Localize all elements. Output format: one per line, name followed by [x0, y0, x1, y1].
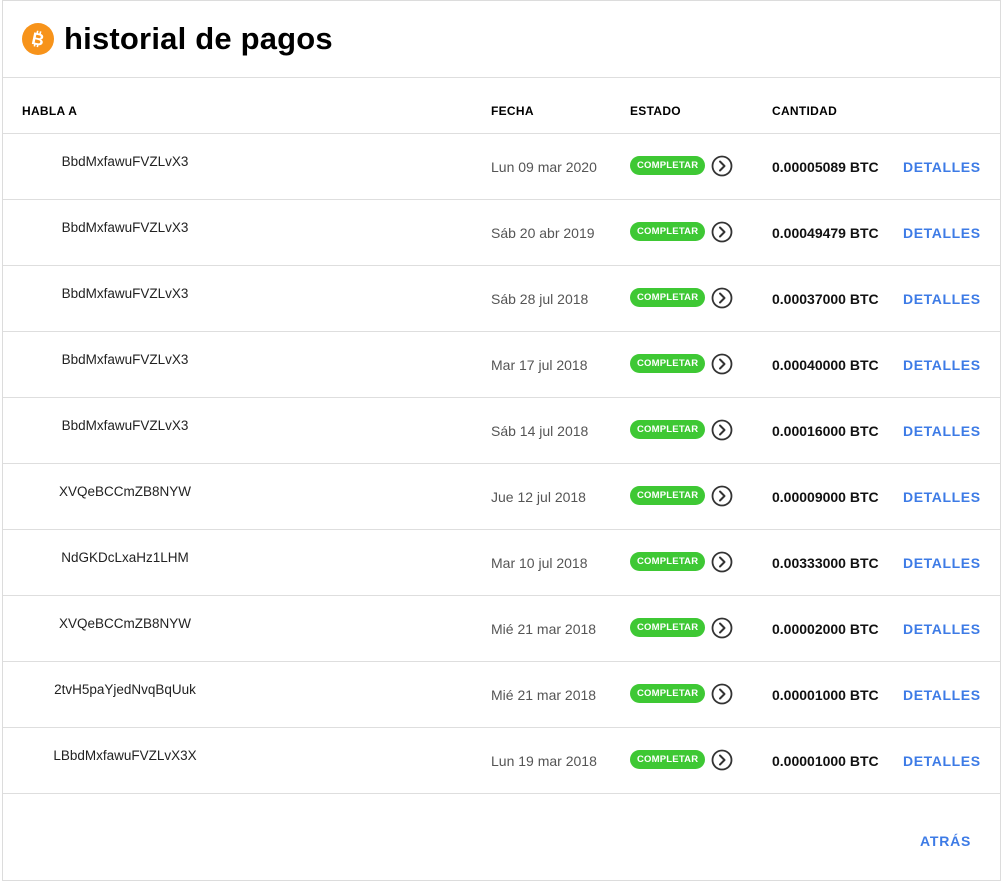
- chevron-right-circle-icon[interactable]: [711, 155, 733, 177]
- recipient-name: NdGKDcLxaHz1LHM: [61, 550, 189, 565]
- chevron-right-circle-icon[interactable]: [711, 353, 733, 375]
- table-row: LBbdMxfawuFVZLvX3X Lun 19 mar 2018 COMPL…: [3, 728, 1000, 794]
- recipient-name: BbdMxfawuFVZLvX3: [61, 352, 189, 367]
- payment-amount: 0.00040000 BTC: [772, 357, 879, 373]
- status-badge: COMPLETAR: [630, 750, 706, 769]
- column-header-name: HABLA A: [22, 104, 78, 118]
- table-row: BbdMxfawuFVZLvX3 Lun 09 mar 2020 COMPLET…: [3, 134, 1000, 200]
- details-link[interactable]: DETALLES: [903, 555, 981, 571]
- details-link[interactable]: DETALLES: [903, 357, 981, 373]
- table-body: BbdMxfawuFVZLvX3 Lun 09 mar 2020 COMPLET…: [3, 134, 1000, 794]
- page-title: historial de pagos: [64, 21, 333, 56]
- column-header-amount: CANTIDAD: [772, 104, 838, 118]
- status-badge: COMPLETAR: [630, 222, 706, 241]
- table-row: XVQeBCCmZB8NYW Jue 12 jul 2018 COMPLETAR…: [3, 464, 1000, 530]
- status-badge: COMPLETAR: [630, 288, 706, 307]
- table-row: 2tvH5paYjedNvqBqUuk Mié 21 mar 2018 COMP…: [3, 662, 1000, 728]
- status-badge: COMPLETAR: [630, 552, 706, 571]
- column-header-status: ESTADO: [630, 104, 681, 118]
- payment-date: Sáb 20 abr 2019: [491, 225, 595, 241]
- payment-history-panel: B historial de pagos HABLA A FECHA ESTAD…: [2, 0, 1001, 881]
- chevron-right-circle-icon[interactable]: [711, 683, 733, 705]
- chevron-right-circle-icon[interactable]: [711, 287, 733, 309]
- recipient-name: BbdMxfawuFVZLvX3: [61, 286, 189, 301]
- recipient-name: 2tvH5paYjedNvqBqUuk: [54, 682, 196, 697]
- payment-date: Mar 17 jul 2018: [491, 357, 588, 373]
- payment-date: Lun 19 mar 2018: [491, 753, 597, 769]
- back-button[interactable]: ATRÁS: [920, 833, 971, 849]
- chevron-right-circle-icon[interactable]: [711, 551, 733, 573]
- status-badge: COMPLETAR: [630, 156, 706, 175]
- payment-amount: 0.00002000 BTC: [772, 621, 879, 637]
- payment-amount: 0.00009000 BTC: [772, 489, 879, 505]
- payment-amount: 0.00016000 BTC: [772, 423, 879, 439]
- payment-amount: 0.00049479 BTC: [772, 225, 879, 241]
- table-row: BbdMxfawuFVZLvX3 Sáb 14 jul 2018 COMPLET…: [3, 398, 1000, 464]
- payment-date: Sáb 14 jul 2018: [491, 423, 589, 439]
- table-row: BbdMxfawuFVZLvX3 Sáb 28 jul 2018 COMPLET…: [3, 266, 1000, 332]
- details-link[interactable]: DETALLES: [903, 687, 981, 703]
- page-header: B historial de pagos: [3, 1, 1000, 78]
- status-badge: COMPLETAR: [630, 486, 706, 505]
- recipient-name: BbdMxfawuFVZLvX3: [61, 220, 189, 235]
- details-link[interactable]: DETALLES: [903, 753, 981, 769]
- recipient-name: BbdMxfawuFVZLvX3: [61, 154, 189, 169]
- recipient-name: XVQeBCCmZB8NYW: [58, 616, 192, 631]
- details-link[interactable]: DETALLES: [903, 621, 981, 637]
- payment-date: Sáb 28 jul 2018: [491, 291, 589, 307]
- chevron-right-circle-icon[interactable]: [711, 485, 733, 507]
- details-link[interactable]: DETALLES: [903, 423, 981, 439]
- recipient-name: LBbdMxfawuFVZLvX3X: [53, 748, 197, 763]
- status-badge: COMPLETAR: [630, 354, 706, 373]
- payment-amount: 0.00333000 BTC: [772, 555, 879, 571]
- payment-amount: 0.00001000 BTC: [772, 687, 879, 703]
- recipient-name: BbdMxfawuFVZLvX3: [61, 418, 189, 433]
- details-link[interactable]: DETALLES: [903, 291, 981, 307]
- chevron-right-circle-icon[interactable]: [711, 749, 733, 771]
- payment-amount: 0.00037000 BTC: [772, 291, 879, 307]
- recipient-name: XVQeBCCmZB8NYW: [58, 484, 192, 499]
- chevron-right-circle-icon[interactable]: [711, 221, 733, 243]
- table-row: BbdMxfawuFVZLvX3 Sáb 20 abr 2019 COMPLET…: [3, 200, 1000, 266]
- status-badge: COMPLETAR: [630, 684, 706, 703]
- payment-date: Mar 10 jul 2018: [491, 555, 588, 571]
- details-link[interactable]: DETALLES: [903, 489, 981, 505]
- bitcoin-icon: B: [22, 23, 54, 55]
- table-header: HABLA A FECHA ESTADO CANTIDAD: [3, 78, 1000, 134]
- payment-amount: 0.00001000 BTC: [772, 753, 879, 769]
- payment-date: Jue 12 jul 2018: [491, 489, 586, 505]
- chevron-right-circle-icon[interactable]: [711, 419, 733, 441]
- table-row: NdGKDcLxaHz1LHM Mar 10 jul 2018 COMPLETA…: [3, 530, 1000, 596]
- status-badge: COMPLETAR: [630, 420, 706, 439]
- payment-date: Mié 21 mar 2018: [491, 621, 597, 637]
- chevron-right-circle-icon[interactable]: [711, 617, 733, 639]
- payment-amount: 0.00005089 BTC: [772, 159, 879, 175]
- payment-date: Lun 09 mar 2020: [491, 159, 597, 175]
- details-link[interactable]: DETALLES: [903, 225, 981, 241]
- table-row: XVQeBCCmZB8NYW Mié 21 mar 2018 COMPLETAR…: [3, 596, 1000, 662]
- column-header-date: FECHA: [491, 104, 534, 118]
- details-link[interactable]: DETALLES: [903, 159, 981, 175]
- status-badge: COMPLETAR: [630, 618, 706, 637]
- table-row: BbdMxfawuFVZLvX3 Mar 17 jul 2018 COMPLET…: [3, 332, 1000, 398]
- payment-date: Mié 21 mar 2018: [491, 687, 597, 703]
